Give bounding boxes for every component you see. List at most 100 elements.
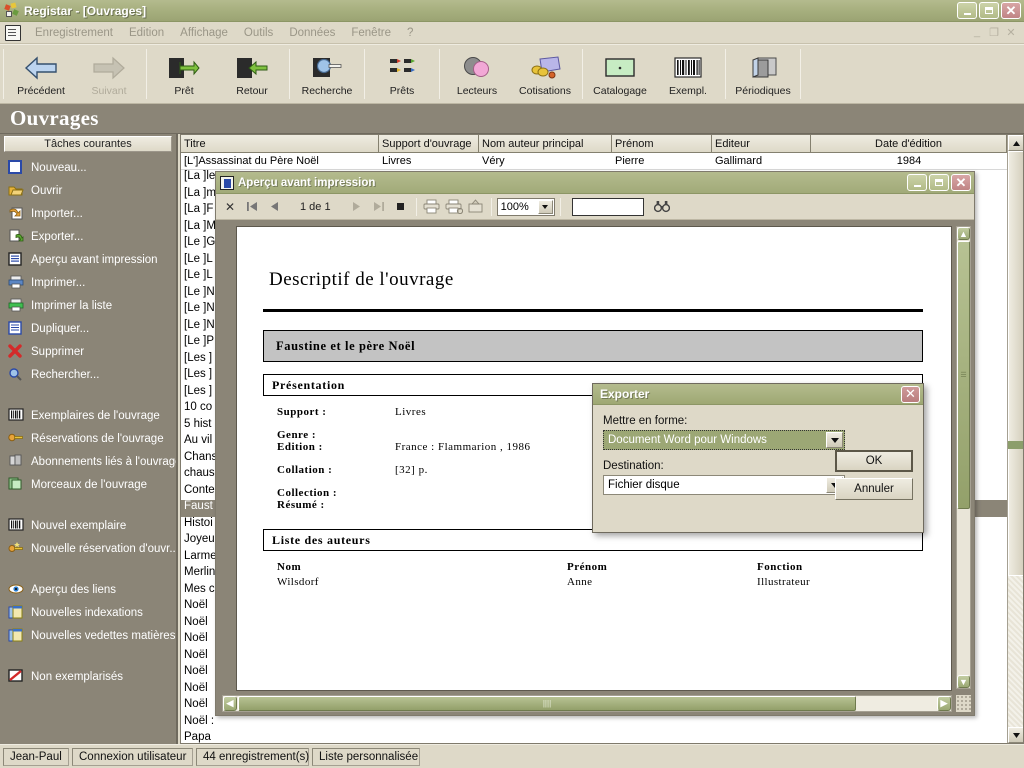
sidebar-item-non-exemplarises[interactable]: Non exemplarisés (0, 665, 176, 688)
resize-grip[interactable] (956, 695, 971, 712)
mdi-close-button[interactable]: ✕ (1004, 26, 1018, 39)
toolbar-button-exempl[interactable]: Exempl. (654, 45, 722, 103)
menu-item-edition[interactable]: Edition (121, 25, 172, 41)
preview-hscrollbar-thumb[interactable]: |||| (238, 696, 856, 711)
menu-item-enregistrement[interactable]: Enregistrement (27, 25, 121, 41)
grid-vertical-scrollbar[interactable] (1007, 135, 1023, 743)
toolbar-separator (439, 49, 440, 99)
grid-header-date-edition[interactable]: Date d'édition (811, 135, 1007, 153)
binoculars-icon[interactable] (652, 197, 672, 217)
format-select[interactable]: Document Word pour Windows (603, 430, 845, 450)
grid-header-editeur[interactable]: Editeur (712, 135, 811, 153)
sidebar-item-apercu-avant-impression[interactable]: Aperçu avant impression (0, 248, 176, 271)
preview-scrollbar-thumb[interactable]: ☰ (957, 241, 970, 509)
sidebar-item-label: Dupliquer... (31, 322, 90, 335)
preview-scroll-left-button[interactable]: ◀ (223, 696, 237, 711)
sidebar-item-exporter[interactable]: Exporter... (0, 225, 176, 248)
sidebar-item-dupliquer[interactable]: Dupliquer... (0, 317, 176, 340)
scroll-down-button[interactable] (1008, 727, 1023, 743)
sidebar-item-reservations-de-l-ouvrage[interactable]: Réservations de l'ouvrage (0, 427, 176, 450)
toolbar-button-periodiques[interactable]: Périodiques (729, 45, 797, 103)
sidebar-item-ouvrir[interactable]: Ouvrir (0, 179, 176, 202)
minimize-button[interactable] (957, 2, 977, 19)
sidebar-item-nouvelles-vedettes-matieres[interactable]: Nouvelles vedettes matières (0, 624, 176, 647)
preview-scroll-down-button[interactable]: ▼ (957, 675, 970, 688)
printer-icon[interactable] (422, 197, 442, 217)
export-dialog-close-button[interactable]: ✕ (901, 385, 920, 403)
mdi-restore-button[interactable]: ❐ (987, 26, 1001, 39)
document-icon[interactable] (5, 24, 21, 41)
preview-horizontal-scrollbar[interactable]: ◀ |||| ▶ (222, 695, 952, 712)
chevron-down-icon[interactable] (537, 199, 553, 214)
menu-item-affichage[interactable]: Affichage (172, 25, 236, 41)
sidebar-item-abonnements-lies-a-l-ouvrage[interactable]: Abonnements liés à l'ouvrage (0, 450, 176, 473)
menu-item-help[interactable]: ? (399, 25, 421, 41)
grid-header-support[interactable]: Support d'ouvrage (379, 135, 479, 153)
sidebar-item-importer[interactable]: Importer... (0, 202, 176, 225)
preview-scroll-up-button[interactable]: ▲ (957, 227, 970, 240)
key-icon (8, 431, 25, 446)
grid-header-titre[interactable]: Titre (181, 135, 379, 153)
sidebar-item-nouvelles-indexations[interactable]: Nouvelles indexations (0, 601, 176, 624)
mdi-minimize-button[interactable]: _ (970, 26, 984, 39)
sidebar-item-nouveau[interactable]: Nouveau... (0, 156, 176, 179)
toolbar-button-pret[interactable]: Prêt (150, 45, 218, 103)
find-input[interactable] (571, 197, 644, 216)
maximize-button[interactable] (979, 2, 999, 19)
export-printer-icon[interactable] (466, 197, 486, 217)
preview-scroll-right-button[interactable]: ▶ (937, 696, 951, 711)
toolbar-button-suivant[interactable]: Suivant (75, 45, 143, 103)
sidebar-item-morceaux-de-l-ouvrage[interactable]: Morceaux de l'ouvrage (0, 473, 176, 496)
menu-item-fenetre[interactable]: Fenêtre (343, 25, 399, 41)
sidebar: Tâches courantes Nouveau... Ouvrir Impor… (0, 134, 178, 744)
menu-item-donnees[interactable]: Données (281, 25, 343, 41)
toolbar-button-cotisations[interactable]: Cotisations (511, 45, 579, 103)
delete-cross-icon (8, 344, 25, 359)
preview-vertical-scrollbar[interactable]: ▲ ☰ ▼ (956, 226, 971, 689)
grid-header-nom-auteur[interactable]: Nom auteur principal (479, 135, 612, 153)
author-fonction: Illustrateur (757, 576, 811, 588)
stop-button[interactable]: ✕ (220, 197, 240, 217)
sidebar-item-imprimer[interactable]: Imprimer... (0, 271, 176, 294)
zoom-value: 100% (500, 200, 529, 213)
cancel-button[interactable]: Annuler (835, 478, 913, 500)
subscriptions-coins-icon (528, 53, 562, 83)
sidebar-item-exemplaires-de-l-ouvrage[interactable]: Exemplaires de l'ouvrage (0, 404, 176, 427)
field-key: Résumé : (277, 499, 325, 511)
print-list-icon (8, 298, 25, 313)
first-page-button[interactable] (242, 197, 262, 217)
toolbar-button-retour[interactable]: Retour (218, 45, 286, 103)
zoom-select[interactable]: 100% (496, 197, 555, 216)
toolbar-button-lecteurs[interactable]: Lecteurs (443, 45, 511, 103)
sidebar-item-nouvelle-reservation[interactable]: Nouvelle réservation d'ouvr... (0, 537, 176, 560)
toolbar-button-recherche[interactable]: Recherche (293, 45, 361, 103)
table-row[interactable]: Noël : (181, 715, 1023, 732)
menu-item-outils[interactable]: Outils (236, 25, 281, 41)
toolbar-button-catalogage[interactable]: Catalogage (586, 45, 654, 103)
sidebar-item-supprimer[interactable]: Supprimer (0, 340, 176, 363)
last-page-button[interactable] (369, 197, 389, 217)
toolbar-button-prets[interactable]: Prêts (368, 45, 436, 103)
sidebar-item-rechercher[interactable]: Rechercher... (0, 363, 176, 386)
sidebar-item-imprimer-la-liste[interactable]: Imprimer la liste (0, 294, 176, 317)
next-page-button[interactable] (347, 197, 367, 217)
scroll-up-button[interactable] (1008, 135, 1023, 151)
table-row[interactable]: [L']Assassinat du Père Noël Livres Véry … (181, 153, 1023, 170)
scrollbar-track[interactable] (1008, 151, 1023, 727)
pp-close-button[interactable]: ✕ (951, 174, 971, 191)
chevron-down-icon[interactable] (826, 432, 843, 448)
sidebar-item-apercu-des-liens[interactable]: Aperçu des liens (0, 578, 176, 601)
ok-button[interactable]: OK (835, 450, 913, 472)
previous-page-button[interactable] (264, 197, 284, 217)
pp-maximize-button[interactable] (929, 174, 949, 191)
sidebar-item-nouvel-exemplaire[interactable]: Nouvel exemplaire (0, 514, 176, 537)
pp-minimize-button[interactable] (907, 174, 927, 191)
table-row[interactable]: Papa (181, 731, 1023, 743)
halt-button[interactable] (391, 197, 411, 217)
scrollbar-thumb[interactable] (1008, 151, 1023, 576)
printer-setup-icon[interactable] (444, 197, 464, 217)
close-button[interactable]: ✕ (1001, 2, 1021, 19)
grid-header-prenom[interactable]: Prénom (612, 135, 712, 153)
toolbar-button-precedent[interactable]: Précédent (7, 45, 75, 103)
destination-select[interactable]: Fichier disque (603, 475, 845, 495)
